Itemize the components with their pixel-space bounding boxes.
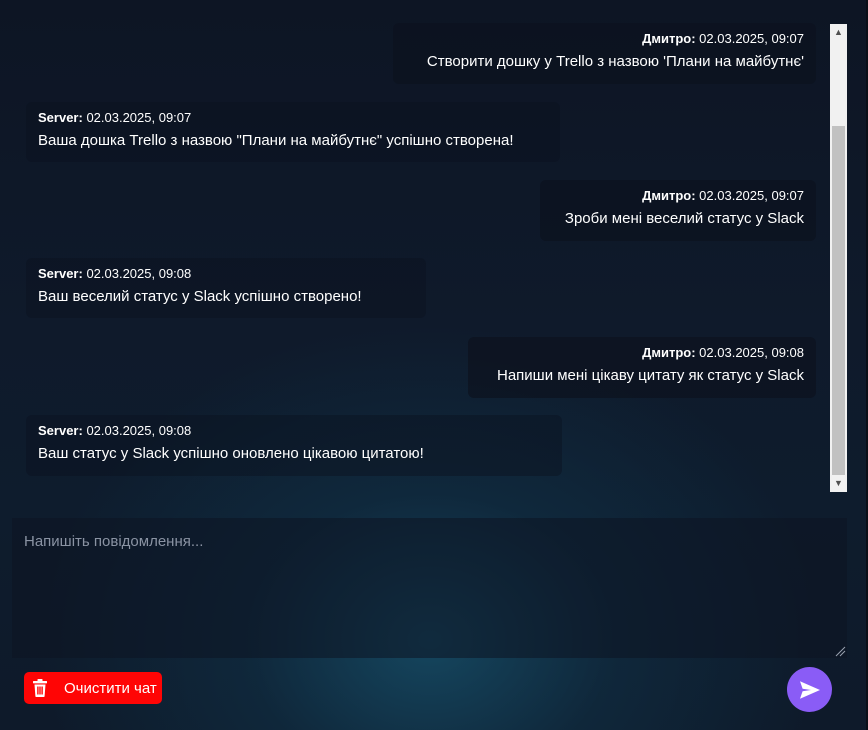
clear-chat-button[interactable]: Очистити чат	[24, 672, 162, 704]
send-icon	[799, 680, 820, 699]
message-meta: Server: 02.03.2025, 09:07	[38, 109, 548, 127]
message-time: 02.03.2025, 09:08	[86, 423, 192, 438]
message-text: Створити дошку у Trello з назвою 'Плани …	[426, 53, 804, 70]
send-button[interactable]	[787, 667, 832, 712]
message-input[interactable]	[12, 518, 847, 658]
chat-message-server: Server: 02.03.2025, 09:08 Ваш веселий ст…	[26, 258, 426, 318]
message-meta: Дмитро: 02.03.2025, 09:07	[552, 187, 804, 205]
chat-message-server: Server: 02.03.2025, 09:07 Ваша дошка Tre…	[26, 102, 560, 162]
message-time: 02.03.2025, 09:07	[699, 31, 804, 46]
trash-icon	[30, 678, 50, 698]
message-author: Server:	[38, 110, 83, 125]
message-time: 02.03.2025, 09:07	[699, 188, 804, 203]
message-author: Дмитро:	[642, 188, 696, 203]
chat-message-server: Server: 02.03.2025, 09:08 Ваш статус у S…	[26, 415, 562, 476]
chat-messages[interactable]: Дмитро: 02.03.2025, 09:07 Створити дошку…	[0, 0, 830, 492]
message-author: Server:	[38, 423, 83, 438]
chat-message-user: Дмитро: 02.03.2025, 09:08 Напиши мені ці…	[468, 337, 816, 398]
message-time: 02.03.2025, 09:07	[86, 110, 192, 125]
message-author: Дмитро:	[642, 31, 696, 46]
message-text: Ваш веселий статус у Slack успішно створ…	[38, 288, 362, 305]
message-meta: Server: 02.03.2025, 09:08	[38, 265, 414, 283]
message-time: 02.03.2025, 09:08	[699, 345, 804, 360]
message-meta: Server: 02.03.2025, 09:08	[38, 422, 550, 440]
resize-grip-icon[interactable]	[834, 645, 846, 657]
chat-message-user: Дмитро: 02.03.2025, 09:07 Створити дошку…	[393, 23, 816, 84]
message-author: Server:	[38, 266, 83, 281]
scroll-up-arrow-icon[interactable]: ▲	[830, 24, 847, 41]
scroll-down-arrow-icon[interactable]: ▼	[830, 475, 847, 492]
message-time: 02.03.2025, 09:08	[86, 266, 192, 281]
message-text: Ваш статус у Slack успішно оновлено ціка…	[38, 445, 424, 462]
chat-message-user: Дмитро: 02.03.2025, 09:07 Зроби мені вес…	[540, 180, 816, 241]
scrollbar-thumb[interactable]	[832, 126, 845, 476]
chat-scrollbar[interactable]: ▲ ▼	[830, 24, 847, 492]
message-text: Ваша дошка Trello з назвою "Плани на май…	[38, 132, 514, 149]
clear-chat-label: Очистити чат	[64, 679, 157, 697]
message-meta: Дмитро: 02.03.2025, 09:08	[480, 344, 804, 362]
message-author: Дмитро:	[642, 345, 696, 360]
message-text: Зроби мені веселий статус у Slack	[564, 210, 804, 227]
chat-app: Дмитро: 02.03.2025, 09:07 Створити дошку…	[0, 0, 868, 730]
message-meta: Дмитро: 02.03.2025, 09:07	[405, 30, 804, 48]
message-text: Напиши мені цікаву цитату як статус у Sl…	[496, 367, 804, 384]
